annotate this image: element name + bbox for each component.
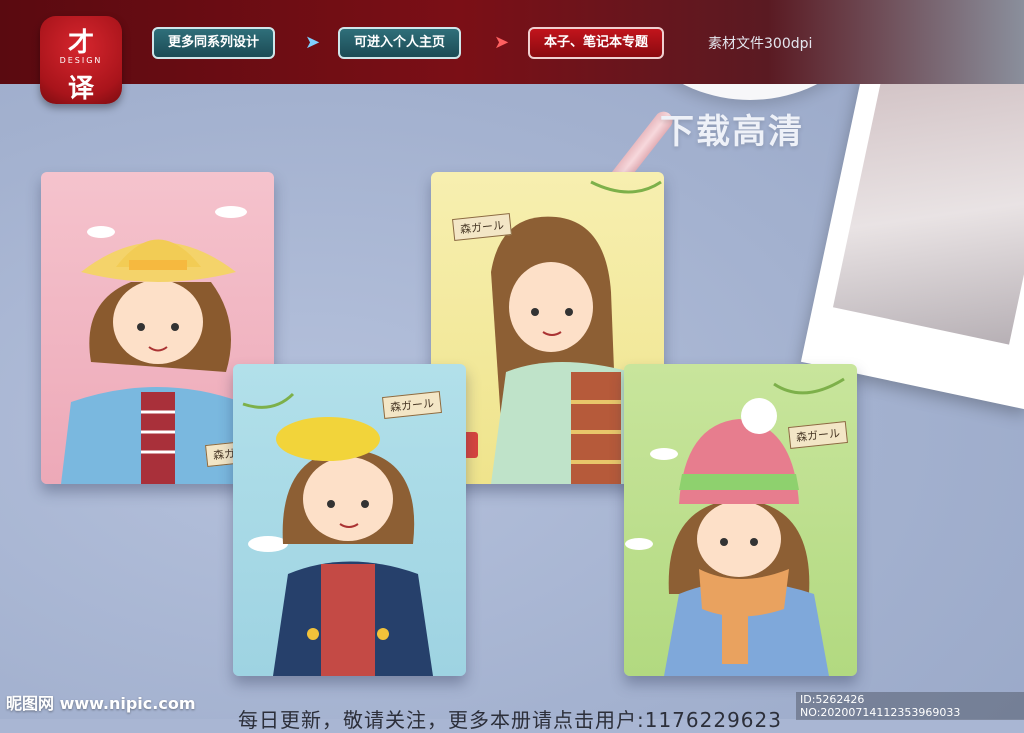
notebook-card-3[interactable]: 森ガール xyxy=(233,364,466,676)
image-id: ID:5262426 NO:20200714112353969033 xyxy=(796,692,1024,720)
logo-design: DESIGN xyxy=(59,56,103,65)
girl-knit-hat-illustration xyxy=(625,377,845,676)
brand-logo[interactable]: 才 DESIGN 译 xyxy=(40,16,122,104)
arrow-right-icon: ➤ xyxy=(305,32,321,53)
download-hd-text[interactable]: 下载高清 xyxy=(660,104,804,153)
nav-notebook-topic-button[interactable]: 本子、笔记本专题 xyxy=(528,27,665,59)
logo-char-1: 才 xyxy=(67,28,94,58)
nipic-watermark: 昵图网 www.nipic.com xyxy=(6,694,196,713)
dpi-text: 素材文件300dpi xyxy=(708,36,813,52)
nav-more-series-button[interactable]: 更多同系列设计 xyxy=(152,27,276,59)
notebook-card-4[interactable]: 森ガール xyxy=(624,364,857,676)
arrow-right-icon: ➤ xyxy=(494,32,510,53)
nav-personal-page-button[interactable]: 可进入个人主页 xyxy=(338,27,462,59)
logo-char-2: 译 xyxy=(67,74,94,104)
